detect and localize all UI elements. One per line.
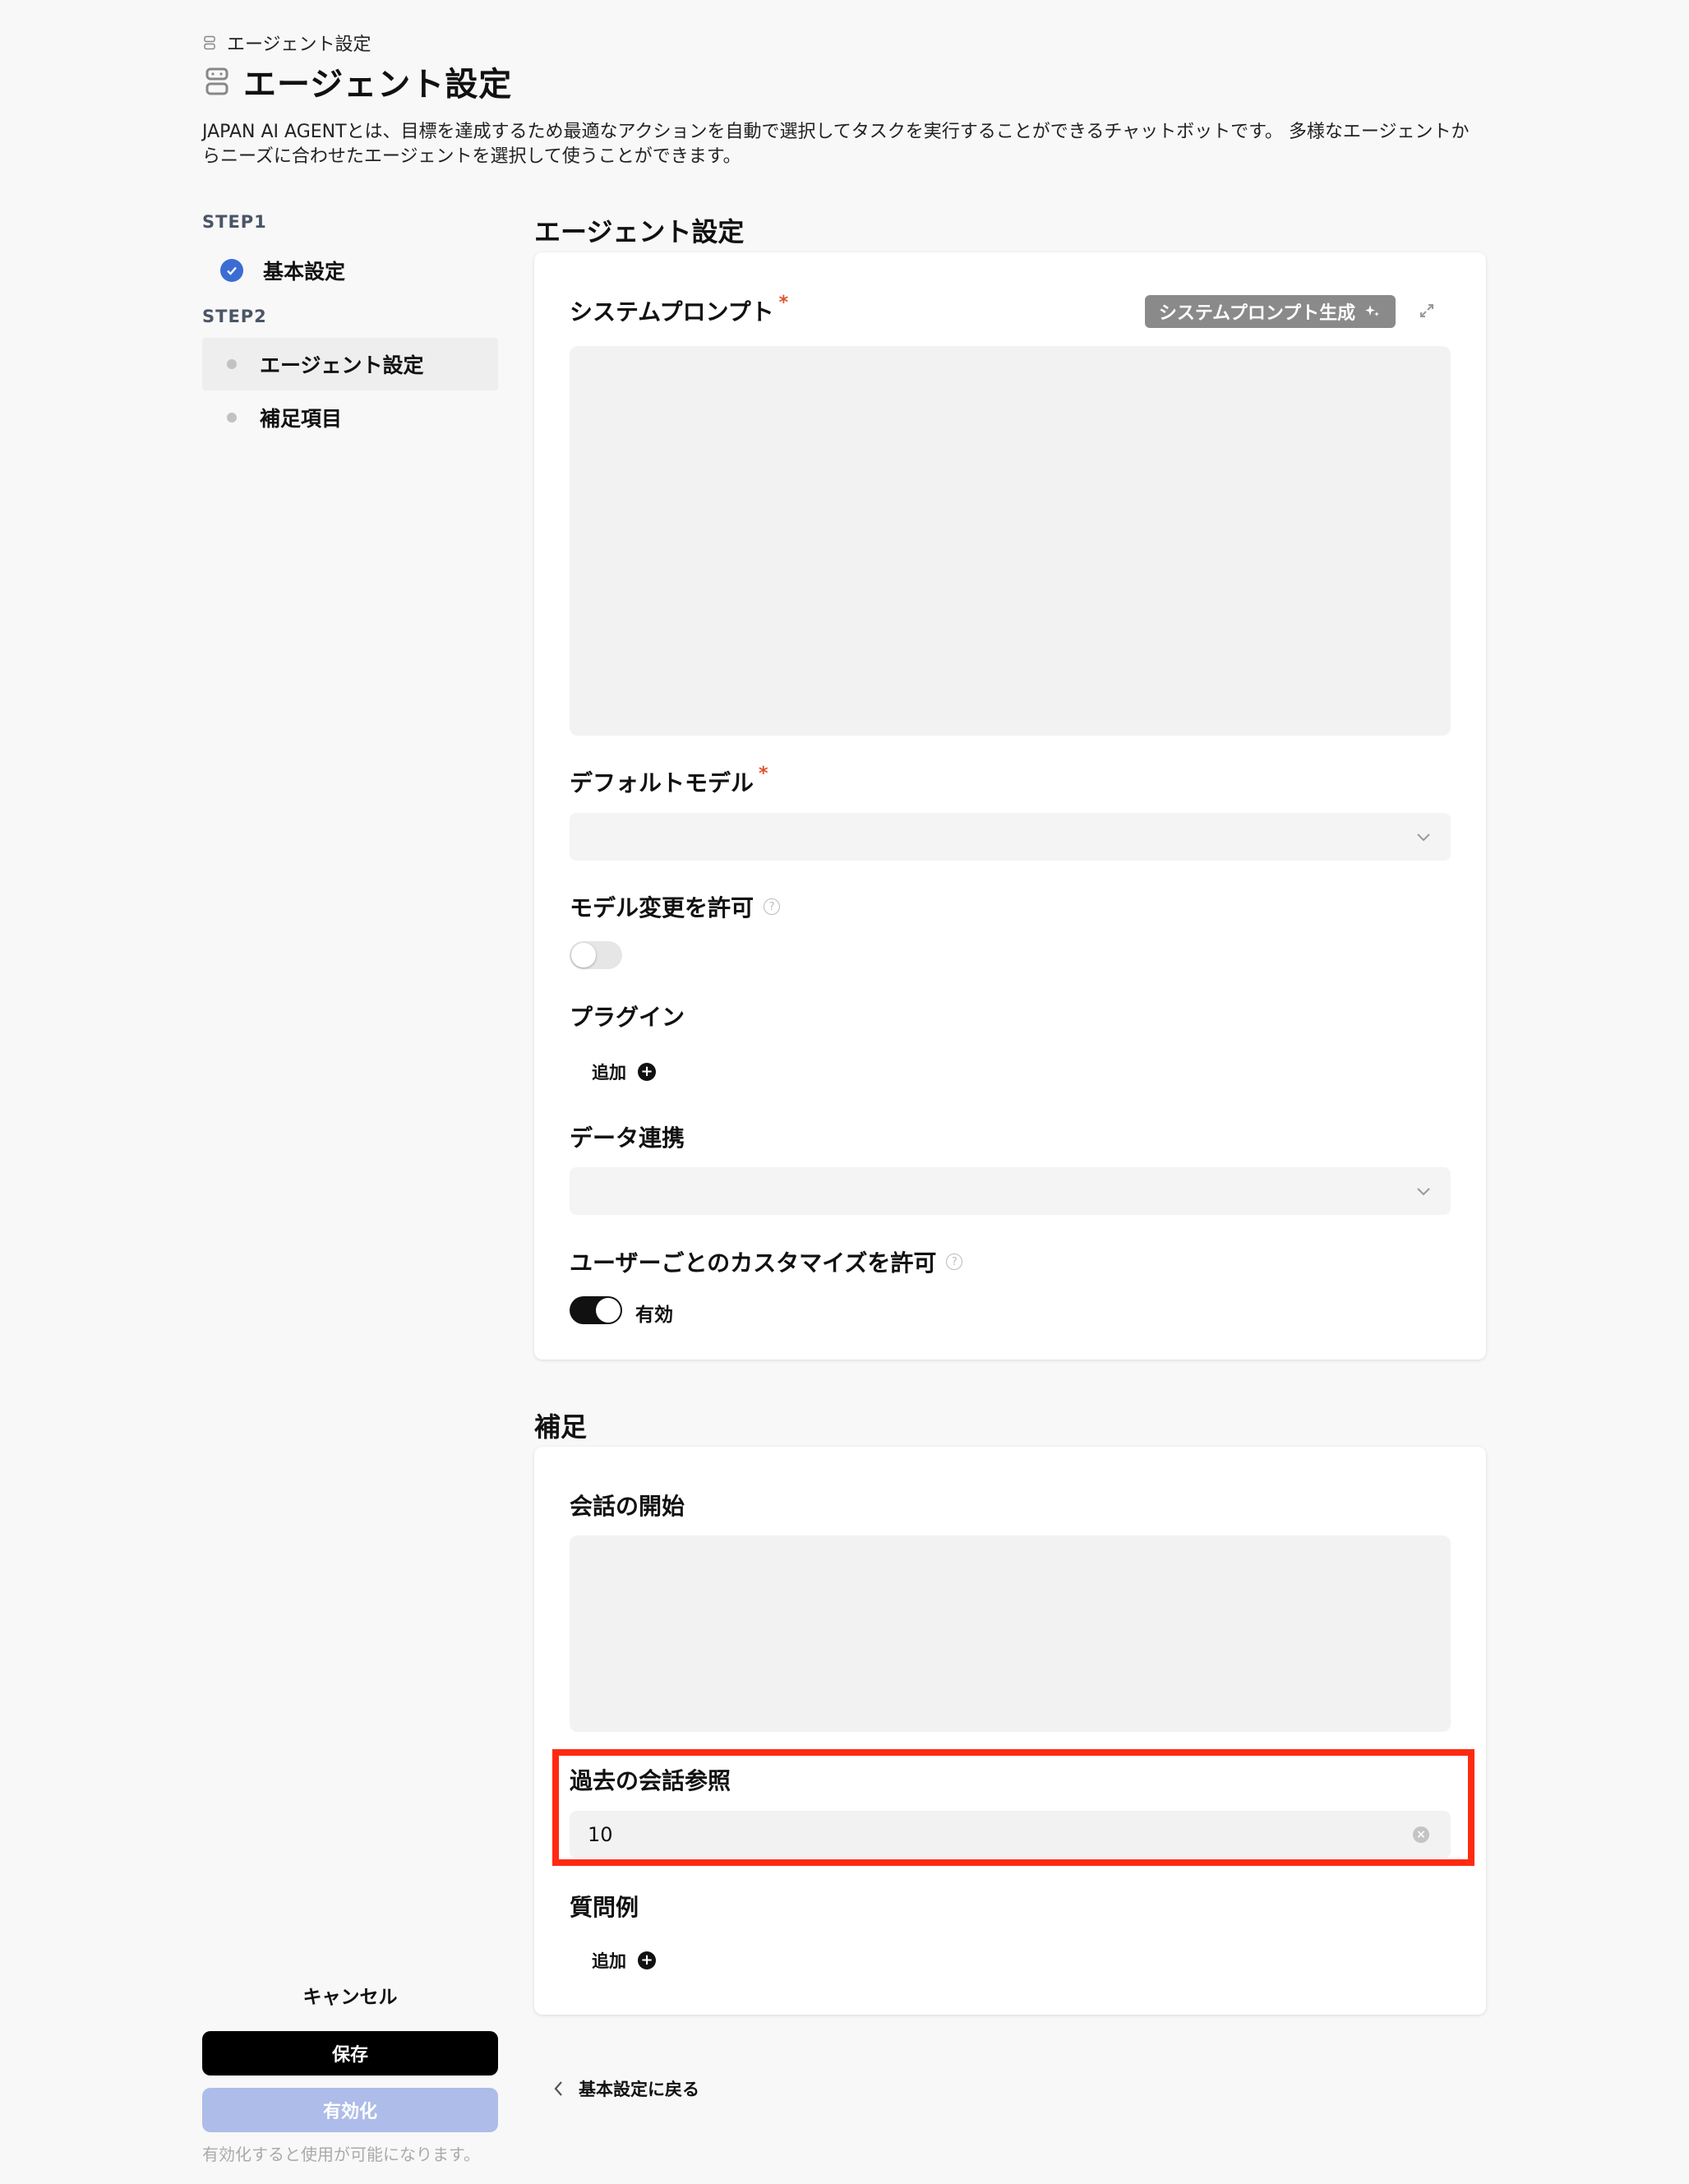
add-question-button[interactable]: 追加 + xyxy=(592,1948,656,1973)
data-link-label: データ連携 xyxy=(570,1124,685,1152)
system-prompt-textarea[interactable] xyxy=(570,346,1451,736)
check-circle-icon xyxy=(220,259,243,282)
cancel-button[interactable]: キャンセル xyxy=(202,1981,498,2009)
agent-icon xyxy=(205,67,228,95)
chevron-down-icon xyxy=(1417,1188,1430,1196)
breadcrumb-label[interactable]: エージェント設定 xyxy=(227,30,371,56)
section-title-supplement: 補足 xyxy=(534,1411,588,1443)
plus-circle-icon: + xyxy=(638,1951,656,1969)
page-description: JAPAN AI AGENTとは、目標を達成するため最適なアクションを自動で選択… xyxy=(202,122,1470,167)
sidebar-item-supplement[interactable]: 補足項目 xyxy=(202,391,498,444)
help-icon[interactable]: ? xyxy=(764,898,781,915)
breadcrumb: エージェント設定 xyxy=(202,30,371,56)
chevron-down-icon xyxy=(1417,833,1430,842)
required-mark: * xyxy=(759,763,768,784)
activate-button[interactable]: 有効化 xyxy=(202,2088,498,2132)
highlight-box xyxy=(552,1749,1474,1866)
toggle-state-label: 有効 xyxy=(635,1304,673,1326)
step2-label: STEP2 xyxy=(202,307,267,326)
bullet-icon xyxy=(227,359,237,369)
bullet-icon xyxy=(227,413,237,422)
section-title-agent-settings: エージェント設定 xyxy=(534,216,745,247)
conversation-start-label: 会話の開始 xyxy=(570,1493,685,1520)
sidebar-item-agent-settings[interactable]: エージェント設定 xyxy=(202,338,498,390)
agent-icon xyxy=(204,35,215,50)
toggle-knob xyxy=(596,1298,621,1323)
sidebar-item-label: 基本設定 xyxy=(263,260,346,284)
allow-model-change-toggle[interactable] xyxy=(570,941,622,969)
chevron-left-icon xyxy=(554,2081,562,2096)
user-customize-label: ユーザーごとのカスタマイズを許可 ? xyxy=(570,1245,963,1278)
sidebar-item-basic-settings[interactable]: 基本設定 xyxy=(202,244,498,297)
conversation-start-textarea[interactable] xyxy=(570,1535,1451,1732)
plus-circle-icon: + xyxy=(638,1063,656,1081)
generate-system-prompt-button[interactable]: システムプロンプト生成 xyxy=(1145,295,1396,328)
page-title-text: エージェント設定 xyxy=(243,66,513,104)
expand-icon[interactable] xyxy=(1418,302,1436,320)
activate-hint: 有効化すると使用が可能になります。 xyxy=(202,2145,480,2164)
default-model-label: デフォルトモデル * xyxy=(570,763,768,797)
toggle-knob xyxy=(571,943,596,967)
help-icon[interactable]: ? xyxy=(946,1254,963,1270)
user-customize-toggle[interactable] xyxy=(570,1296,622,1324)
required-mark: * xyxy=(778,292,789,313)
back-to-basic-settings-link[interactable]: 基本設定に戻る xyxy=(552,2076,699,2101)
system-prompt-label: システムプロンプト * xyxy=(570,292,789,326)
sparkle-icon xyxy=(1365,305,1380,316)
plugins-label: プラグイン xyxy=(570,1004,685,1031)
save-button[interactable]: 保存 xyxy=(202,2031,498,2075)
step1-label: STEP1 xyxy=(202,212,267,232)
sidebar-item-label: 補足項目 xyxy=(260,407,343,431)
add-plugin-button[interactable]: 追加 + xyxy=(592,1060,656,1084)
allow-model-change-label: モデル変更を許可 ? xyxy=(570,890,781,923)
sample-questions-label: 質問例 xyxy=(570,1894,639,1921)
sidebar-item-label: エージェント設定 xyxy=(260,353,424,377)
data-link-select[interactable] xyxy=(570,1167,1451,1215)
page-title: エージェント設定 xyxy=(202,58,512,105)
default-model-select[interactable] xyxy=(570,813,1451,861)
